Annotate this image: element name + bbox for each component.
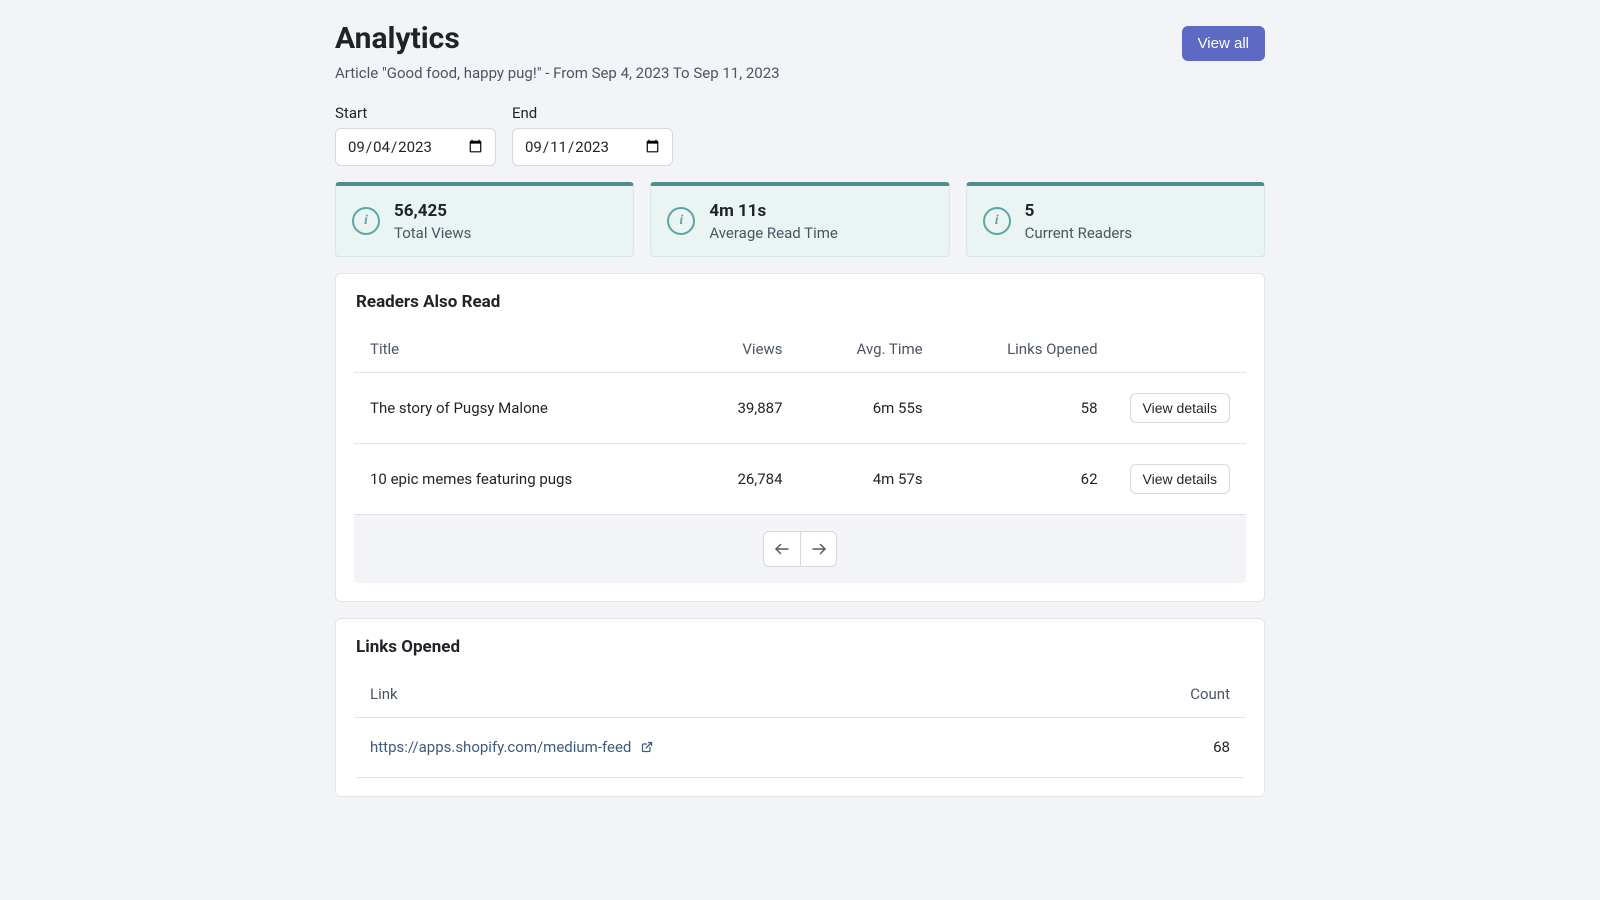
readers-table-footer	[354, 515, 1246, 583]
stats-row: i 56,425 Total Views i 4m 11s Average Re…	[335, 182, 1265, 257]
end-date-input[interactable]	[523, 137, 662, 157]
readers-table: Title Views Avg. Time Links Opened The s…	[354, 330, 1246, 515]
table-row: https://apps.shopify.com/medium-feed 68	[354, 717, 1246, 777]
readers-section-heading: Readers Also Read	[356, 292, 1246, 312]
end-date-label: End	[512, 104, 673, 122]
start-date-wrap[interactable]	[335, 128, 496, 166]
stat-total-views: i 56,425 Total Views	[335, 182, 634, 257]
stat-value: 5	[1025, 200, 1133, 222]
date-filters: Start End	[335, 104, 1265, 166]
cell-link: https://apps.shopify.com/medium-feed	[354, 717, 1081, 777]
stat-value: 4m 11s	[709, 200, 838, 222]
start-date-group: Start	[335, 104, 496, 166]
view-all-button[interactable]: View all	[1182, 26, 1265, 61]
stat-value: 56,425	[394, 200, 471, 222]
readers-also-read-card: Readers Also Read Title Views Avg. Time …	[335, 273, 1265, 602]
pager	[763, 531, 837, 567]
links-opened-card: Links Opened Link Count https://apps.sho…	[335, 618, 1265, 797]
cell-links-opened: 58	[939, 372, 1114, 443]
header-left: Analytics Article "Good food, happy pug!…	[335, 20, 780, 82]
info-icon: i	[983, 207, 1011, 235]
cell-actions: View details	[1114, 372, 1246, 443]
col-link: Link	[354, 675, 1081, 718]
stat-avg-read-time: i 4m 11s Average Read Time	[650, 182, 949, 257]
link-url[interactable]: https://apps.shopify.com/medium-feed	[370, 738, 631, 756]
page-title: Analytics	[335, 20, 780, 58]
links-section-heading: Links Opened	[356, 637, 1246, 657]
col-links-opened: Links Opened	[939, 330, 1114, 373]
readers-table-wrap: Title Views Avg. Time Links Opened The s…	[354, 330, 1246, 583]
col-title: Title	[354, 330, 688, 373]
info-icon: i	[352, 207, 380, 235]
pager-next-button[interactable]	[800, 532, 836, 566]
page-header: Analytics Article "Good food, happy pug!…	[335, 20, 1265, 82]
col-count: Count	[1081, 675, 1247, 718]
page-subtitle: Article "Good food, happy pug!" - From S…	[335, 64, 780, 82]
col-views: Views	[688, 330, 798, 373]
col-avg-time: Avg. Time	[799, 330, 939, 373]
links-table-wrap: Link Count https://apps.shopify.com/medi…	[354, 675, 1246, 778]
end-date-group: End	[512, 104, 673, 166]
cell-title: 10 epic memes featuring pugs	[354, 443, 688, 514]
start-date-label: Start	[335, 104, 496, 122]
stat-text: 4m 11s Average Read Time	[709, 200, 838, 242]
arrow-right-icon	[810, 540, 828, 558]
stat-label: Current Readers	[1025, 224, 1133, 242]
cell-avg-time: 6m 55s	[799, 372, 939, 443]
table-row: The story of Pugsy Malone 39,887 6m 55s …	[354, 372, 1246, 443]
links-table: Link Count https://apps.shopify.com/medi…	[354, 675, 1246, 778]
cell-links-opened: 62	[939, 443, 1114, 514]
stat-label: Average Read Time	[709, 224, 838, 242]
view-details-button[interactable]: View details	[1130, 464, 1230, 494]
view-details-button[interactable]: View details	[1130, 393, 1230, 423]
analytics-page: Analytics Article "Good food, happy pug!…	[335, 0, 1265, 827]
info-icon: i	[667, 207, 695, 235]
stat-label: Total Views	[394, 224, 471, 242]
arrow-left-icon	[773, 540, 791, 558]
cell-avg-time: 4m 57s	[799, 443, 939, 514]
cell-title: The story of Pugsy Malone	[354, 372, 688, 443]
end-date-wrap[interactable]	[512, 128, 673, 166]
cell-views: 39,887	[688, 372, 798, 443]
stat-text: 5 Current Readers	[1025, 200, 1133, 242]
cell-count: 68	[1081, 717, 1247, 777]
external-link-icon	[641, 739, 653, 757]
stat-current-readers: i 5 Current Readers	[966, 182, 1265, 257]
table-row: 10 epic memes featuring pugs 26,784 4m 5…	[354, 443, 1246, 514]
stat-text: 56,425 Total Views	[394, 200, 471, 242]
col-actions	[1114, 330, 1246, 373]
cell-views: 26,784	[688, 443, 798, 514]
cell-actions: View details	[1114, 443, 1246, 514]
pager-prev-button[interactable]	[764, 532, 800, 566]
start-date-input[interactable]	[346, 137, 485, 157]
